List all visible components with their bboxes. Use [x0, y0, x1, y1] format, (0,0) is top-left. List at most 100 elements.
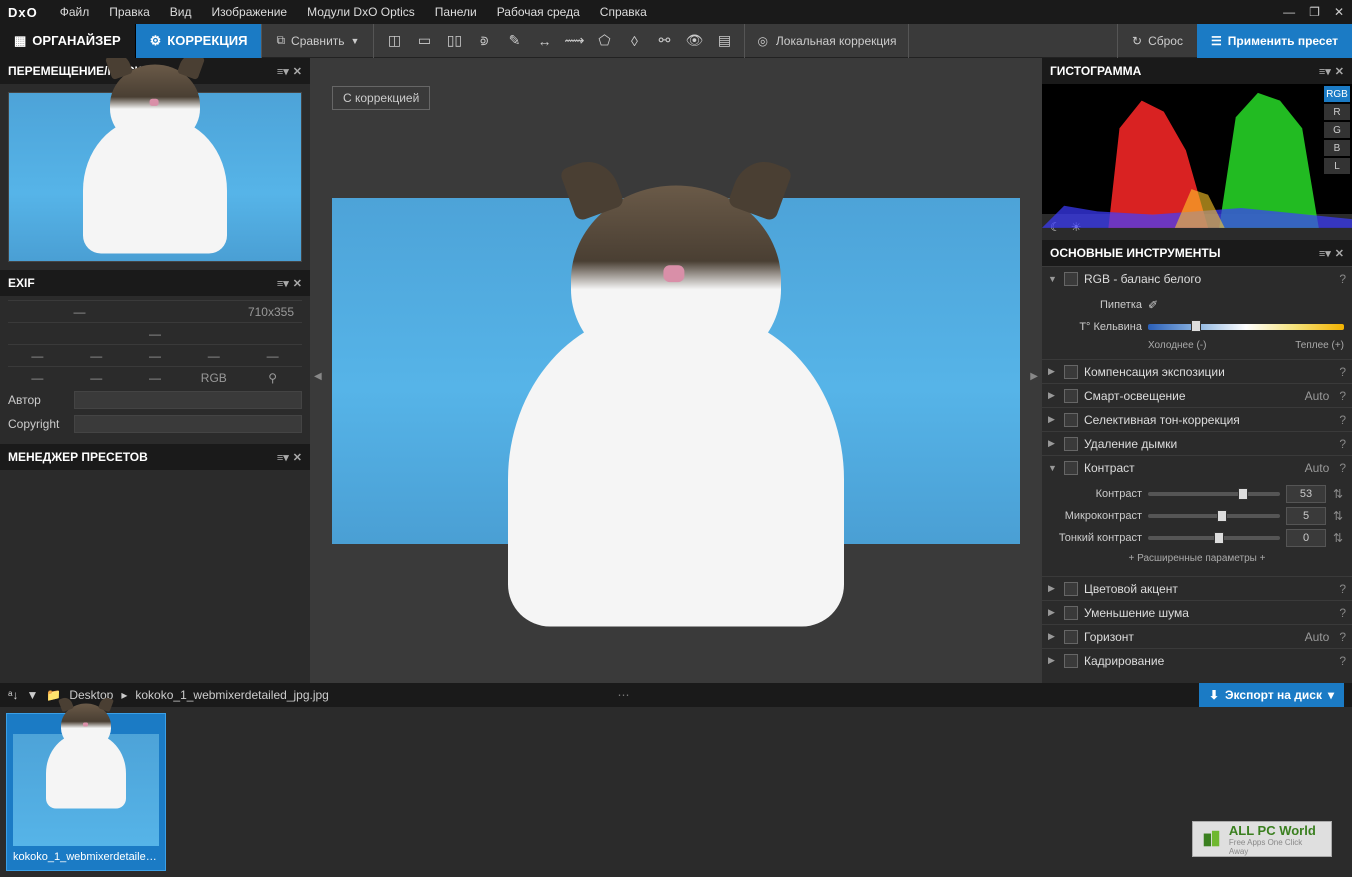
- menu-workspace[interactable]: Рабочая среда: [487, 5, 590, 19]
- hist-l[interactable]: L: [1324, 158, 1350, 174]
- filmstrip-thumb[interactable]: kokoko_1_webmixerdetailed_j...: [6, 713, 166, 871]
- wb-warm-label: Теплее (+): [1295, 340, 1344, 351]
- tool-horizon[interactable]: ▶ГоризонтAuto?: [1042, 624, 1352, 648]
- target-icon: ◎: [757, 34, 767, 48]
- exif-dimensions: 710x355: [151, 305, 302, 319]
- location-icon: ⚲: [243, 371, 302, 385]
- panel-basic-tools-header[interactable]: ОСНОВНЫЕ ИНСТРУМЕНТЫ ≡▾✕: [1042, 240, 1352, 266]
- layout-single-icon[interactable]: ▭: [414, 31, 434, 51]
- contrast-value[interactable]: 53: [1286, 485, 1326, 503]
- finecontrast-slider[interactable]: [1148, 536, 1280, 540]
- compare-button[interactable]: ⧉ Сравнить ▼: [261, 24, 374, 58]
- perspective-icon[interactable]: ◊: [624, 31, 644, 51]
- panel-menu-icon[interactable]: ≡▾: [277, 65, 289, 78]
- panel-close-icon[interactable]: ✕: [1335, 65, 1344, 78]
- menu-file[interactable]: Файл: [50, 5, 100, 19]
- help-icon[interactable]: ?: [1339, 272, 1346, 286]
- brush-icon[interactable]: ✎: [504, 31, 524, 51]
- microcontrast-slider[interactable]: [1148, 514, 1280, 518]
- panel-close-icon[interactable]: ✕: [293, 277, 302, 290]
- compare-label: Сравнить: [291, 34, 344, 48]
- tool-haze[interactable]: ▶Удаление дымки?: [1042, 431, 1352, 455]
- tool-contrast-header[interactable]: ▼ Контраст Auto?: [1042, 455, 1352, 479]
- microcontrast-value[interactable]: 5: [1286, 507, 1326, 525]
- panel-close-icon[interactable]: ✕: [293, 451, 302, 464]
- polygon-icon[interactable]: ⬠: [594, 31, 614, 51]
- menu-image[interactable]: Изображение: [202, 5, 298, 19]
- eyedropper-icon[interactable]: ✐: [1148, 298, 1158, 312]
- modebar: ▦ ОРГАНАЙЗЕР ⚙ КОРРЕКЦИЯ ⧉ Сравнить ▼ ◫ …: [0, 24, 1352, 58]
- reset-label: Сброс: [1148, 34, 1183, 48]
- tool-wb-checkbox[interactable]: [1064, 272, 1078, 286]
- tab-correction[interactable]: ⚙ КОРРЕКЦИЯ: [136, 24, 262, 58]
- tool-wb-header[interactable]: ▼ RGB - баланс белого ?: [1042, 266, 1352, 290]
- layout-dual-icon[interactable]: ▯▯: [444, 31, 464, 51]
- tool-selective-tone[interactable]: ▶Селективная тон-коррекция?: [1042, 407, 1352, 431]
- tool-crop[interactable]: ▶Кадрирование?: [1042, 648, 1352, 672]
- panel-menu-icon[interactable]: ≡▾: [277, 277, 289, 290]
- microcontrast-label: Микроконтраст: [1050, 510, 1142, 522]
- menu-panels[interactable]: Панели: [425, 5, 487, 19]
- local-correction-button[interactable]: ◎ Локальная коррекция: [744, 24, 909, 58]
- menu-view[interactable]: Вид: [160, 5, 202, 19]
- menu-help[interactable]: Справка: [590, 5, 657, 19]
- hist-r[interactable]: R: [1324, 104, 1350, 120]
- path-icon[interactable]: ⟿: [564, 31, 584, 51]
- titlebar: DxO Файл Правка Вид Изображение Модули D…: [0, 0, 1352, 24]
- thumb-filename: kokoko_1_webmixerdetailed_j...: [11, 848, 161, 866]
- panel-menu-icon[interactable]: ≡▾: [277, 451, 289, 464]
- link-icon[interactable]: ⚯: [654, 31, 674, 51]
- menu-optics[interactable]: Модули DxO Optics: [297, 5, 425, 19]
- panel-close-icon[interactable]: ✕: [1335, 247, 1344, 260]
- layout-split-icon[interactable]: ◫: [384, 31, 404, 51]
- tab-correction-label: КОРРЕКЦИЯ: [167, 33, 247, 48]
- minimize-icon[interactable]: —: [1283, 5, 1295, 19]
- panel-exif-header[interactable]: EXIF ≡▾ ✕: [0, 270, 310, 296]
- viewer[interactable]: С коррекцией: [310, 58, 1042, 683]
- apply-preset-label: Применить пресет: [1228, 34, 1338, 48]
- ruler-icon[interactable]: ↔: [534, 31, 554, 51]
- grid-overlay-icon[interactable]: ▤: [714, 31, 734, 51]
- panel-close-icon[interactable]: ✕: [293, 65, 302, 78]
- panel-menu-icon[interactable]: ≡▾: [1319, 247, 1331, 260]
- contrast-slider[interactable]: [1148, 492, 1280, 496]
- advanced-params-toggle[interactable]: + Расширенные параметры +: [1050, 549, 1344, 568]
- preset-icon: ☰: [1211, 34, 1222, 48]
- tool-contrast-checkbox[interactable]: [1064, 461, 1078, 475]
- main-image: С коррекцией: [332, 198, 1020, 544]
- close-icon[interactable]: ✕: [1334, 5, 1344, 19]
- filter-icon[interactable]: ▼: [26, 688, 38, 702]
- local-correction-label: Локальная коррекция: [776, 34, 897, 48]
- tool-exposure[interactable]: ▶Компенсация экспозиции?: [1042, 359, 1352, 383]
- tool-smart-light[interactable]: ▶Смарт-освещениеAuto?: [1042, 383, 1352, 407]
- panel-exif-title: EXIF: [8, 276, 35, 290]
- filmstrip: kokoko_1_webmixerdetailed_j... ALL PC Wo…: [0, 707, 1352, 877]
- exif-copyright-field[interactable]: [74, 415, 302, 433]
- export-button[interactable]: ⬇ Экспорт на диск ▾: [1199, 683, 1344, 707]
- reset-button[interactable]: ↻ Сброс: [1117, 24, 1197, 58]
- finecontrast-value[interactable]: 0: [1286, 529, 1326, 547]
- hist-g[interactable]: G: [1324, 122, 1350, 138]
- compare-icon: ⧉: [276, 33, 285, 48]
- panel-menu-icon[interactable]: ≡▾: [1319, 65, 1331, 78]
- tab-organizer[interactable]: ▦ ОРГАНАЙЗЕР: [0, 24, 136, 58]
- sort-icon[interactable]: ᵃ↓: [8, 688, 18, 702]
- tool-noise[interactable]: ▶Уменьшение шума?: [1042, 600, 1352, 624]
- contrast-label: Контраст: [1050, 488, 1142, 500]
- tool-color-accent[interactable]: ▶Цветовой акцент?: [1042, 576, 1352, 600]
- hist-b[interactable]: B: [1324, 140, 1350, 156]
- apply-preset-button[interactable]: ☰ Применить пресет: [1197, 24, 1352, 58]
- exif-author-field[interactable]: [74, 391, 302, 409]
- navigator-thumbnail[interactable]: [8, 92, 302, 262]
- wb-kelvin-slider[interactable]: [1148, 324, 1344, 330]
- panel-presets-header[interactable]: МЕНЕДЖЕР ПРЕСЕТОВ ≡▾✕: [0, 444, 310, 470]
- thumb-image: [13, 734, 159, 846]
- drag-handle-icon[interactable]: ⋯: [618, 688, 630, 702]
- maximize-icon[interactable]: ❐: [1309, 5, 1320, 19]
- crop-icon[interactable]: ⟄: [474, 31, 494, 51]
- menu-edit[interactable]: Правка: [99, 5, 160, 19]
- panel-histogram-header[interactable]: ГИСТОГРАММА ≡▾✕: [1042, 58, 1352, 84]
- exif-author-label: Автор: [8, 393, 68, 407]
- eye-icon[interactable]: 👁: [684, 31, 704, 51]
- hist-rgb[interactable]: RGB: [1324, 86, 1350, 102]
